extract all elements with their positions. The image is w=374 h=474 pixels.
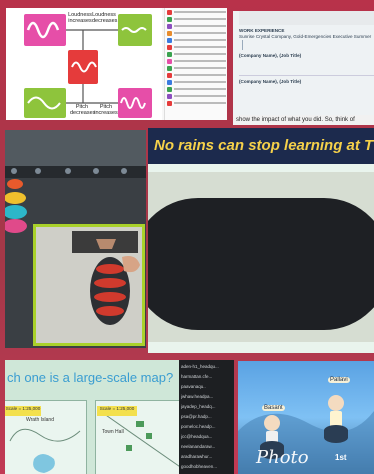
place-label: Wrath Island <box>26 417 54 423</box>
participant-row[interactable] <box>167 23 226 29</box>
participant-row[interactable] <box>167 51 226 57</box>
participant-row[interactable] <box>167 100 226 106</box>
rank-label: 1st <box>335 453 347 462</box>
avatar <box>167 9 172 15</box>
mic-icon[interactable] <box>11 168 17 174</box>
chat-row[interactable]: psa@pr.hadp... <box>181 414 232 420</box>
avatar <box>167 23 172 29</box>
avatar <box>167 100 172 106</box>
loudness-pitch-panel: Loudness increases Loudness decreases Pi… <box>6 8 227 120</box>
participant-row[interactable] <box>167 9 226 15</box>
avatar <box>167 58 172 64</box>
game-panel: Basant Pallavi Photo 1st <box>238 361 374 474</box>
share-icon[interactable] <box>65 168 71 174</box>
scale-tag-right: Scale = 1:25,000 <box>97 406 137 416</box>
participant-row[interactable] <box>167 79 226 85</box>
avatar <box>167 30 172 36</box>
chat-row[interactable]: jayadep_headq... <box>181 404 232 410</box>
avatar <box>167 93 172 99</box>
record-icon[interactable] <box>93 168 99 174</box>
map-question: ch one is a large-scale map? <box>7 370 174 385</box>
avatar <box>167 37 172 43</box>
more-icon[interactable] <box>121 168 127 174</box>
slide-title: No rains can stop learning at TWS <box>148 128 374 164</box>
participant-row[interactable] <box>167 44 226 50</box>
doc-company-3: (Company Name), (Job Title) <box>239 78 302 84</box>
chat-list-panel: aden-h1_headqu... harmattan.cfe... paava… <box>179 360 234 474</box>
redacted-overlay <box>148 198 374 330</box>
collage: Loudness increases Loudness decreases Pi… <box>0 0 374 474</box>
label-pitch-decreases: Pitch decreases <box>70 104 96 116</box>
participant-row[interactable] <box>167 37 226 43</box>
avatar <box>167 86 172 92</box>
slide: Loudness increases Loudness decreases Pi… <box>6 8 162 120</box>
player-name: Pallavi <box>328 377 350 383</box>
chat-row[interactable]: neelanandaraw... <box>181 444 232 450</box>
chat-row[interactable]: goodhobheaven... <box>181 464 232 470</box>
label-pitch-increases: Pitch increases <box>94 104 118 116</box>
resume-doc-panel: WORK EXPERIENCE Sunrise Crystal Company,… <box>233 11 374 125</box>
rain-slide-panel: No rains can stop learning at TWS <box>148 128 374 353</box>
craft-video-panel <box>5 130 146 348</box>
podium <box>324 425 348 443</box>
chat-row[interactable]: jwhaw.headpa... <box>181 394 232 400</box>
participants-list <box>164 8 227 120</box>
document-body: WORK EXPERIENCE Sunrise Crystal Company,… <box>239 11 374 115</box>
participant-row[interactable] <box>167 16 226 22</box>
chat-row[interactable]: pomeloc.headp... <box>181 424 232 430</box>
participant-row[interactable] <box>167 58 226 64</box>
label-loudness-increases: Loudness increases <box>68 12 92 24</box>
avatar <box>167 16 172 22</box>
chat-row[interactable]: aden-h1_headqu... <box>181 364 232 370</box>
map-question-panel: ch one is a large-scale map? Wrath Islan… <box>5 360 193 474</box>
chat-row[interactable]: aradharawhur... <box>181 454 232 460</box>
avatar <box>167 65 172 71</box>
chat-row[interactable]: harmattan.cfe... <box>181 374 232 380</box>
place-label: Town Hall <box>102 429 124 435</box>
avatar <box>167 79 172 85</box>
avatar <box>167 44 172 50</box>
avatar <box>167 51 172 57</box>
participant-video <box>33 224 145 346</box>
player-name: Basant <box>262 405 285 411</box>
participant-row[interactable] <box>167 93 226 99</box>
avatar <box>167 72 172 78</box>
doc-bottom-line: show the impact of what you did. So, thi… <box>233 115 374 125</box>
hand-craft-image <box>36 227 142 343</box>
doc-company-1: Sunrise Crystal Company, Gold-Emergencie… <box>239 33 372 39</box>
participant-row[interactable] <box>167 72 226 78</box>
chat-row[interactable]: jcc@headqua... <box>181 434 232 440</box>
photo-caption: Photo <box>256 447 309 468</box>
participant-row[interactable] <box>167 86 226 92</box>
toy-image <box>5 179 27 233</box>
label-loudness-decreases: Loudness decreases <box>92 12 118 24</box>
camera-icon[interactable] <box>35 168 41 174</box>
participant-row[interactable] <box>167 65 226 71</box>
scale-tag-left: Scale = 1:25,000 <box>5 406 41 416</box>
participant-row[interactable] <box>167 30 226 36</box>
chat-row[interactable]: paavanaqu.. <box>181 384 232 390</box>
